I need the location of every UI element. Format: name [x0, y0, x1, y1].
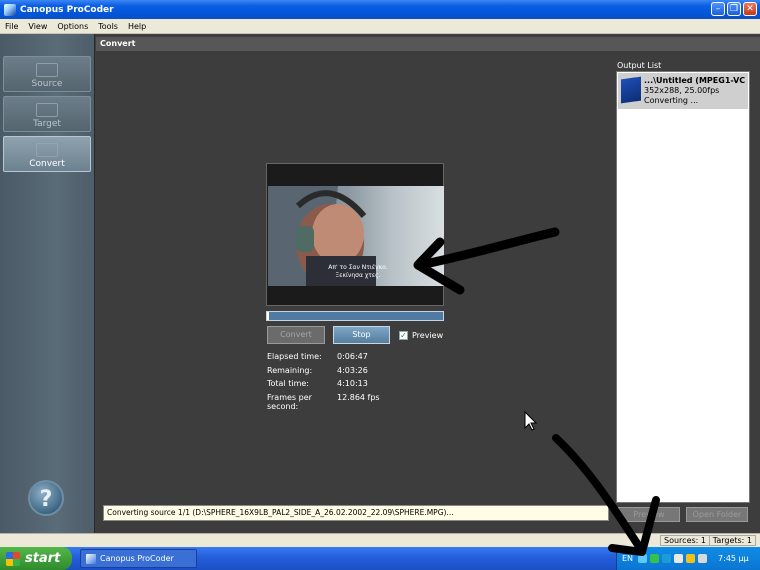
fps-label: Frames per second:: [267, 392, 312, 411]
status-message: Converting source 1/1 (D:\SPHERE_16X9LB_…: [103, 505, 609, 521]
connection-icon[interactable]: [662, 554, 672, 563]
safely-remove-icon[interactable]: [698, 554, 708, 563]
menu-help[interactable]: Help: [123, 22, 151, 31]
nav-convert-label: Convert: [29, 159, 65, 169]
output-item-text: ...\Untitled (MPEG1-VC 352x288, 25.00fps…: [644, 73, 745, 109]
output-item-details: 352x288, 25.00fps: [644, 86, 720, 95]
network-icon[interactable]: [638, 554, 648, 563]
title-bar: Canopus ProCoder – ❐ ✕: [0, 0, 760, 19]
open-folder-button[interactable]: Open Folder: [686, 507, 748, 522]
page-title: Convert: [96, 37, 760, 51]
conversion-stats: Elapsed time: 0:06:47 Remaining: 4:03:26…: [267, 352, 380, 411]
nav-target-label: Target: [33, 119, 61, 129]
window-title: Canopus ProCoder: [20, 4, 114, 15]
convert-button[interactable]: Convert: [267, 326, 325, 344]
elapsed-value: 0:06:47: [337, 352, 368, 361]
clock: 7:45 μμ: [718, 554, 749, 563]
app-icon: [4, 3, 16, 16]
menu-view[interactable]: View: [23, 22, 52, 31]
output-item-status: Converting ...: [644, 96, 699, 105]
menu-options[interactable]: Options: [52, 22, 93, 31]
fps-value: 12.864 fps: [337, 392, 380, 402]
preview-checkbox[interactable]: ✓: [399, 331, 408, 340]
video-preview: Απ' το Σαν Ντιέγκο. Ξεκίνησα χτες.: [266, 163, 444, 306]
remaining-label: Remaining:: [267, 365, 313, 375]
minimize-button[interactable]: –: [711, 2, 725, 16]
subtitle-line-1: Απ' το Σαν Ντιέγκο.: [328, 264, 388, 271]
windows-flag-icon: [6, 551, 20, 566]
help-button[interactable]: ?: [28, 480, 64, 516]
sources-count: Sources: 1: [660, 535, 710, 546]
total-row: Total time: 4:10:13: [267, 379, 380, 393]
video-subtitle: Απ' το Σαν Ντιέγκο. Ξεκίνησα χτες.: [308, 264, 408, 280]
total-value: 4:10:13: [337, 379, 368, 388]
total-label: Total time:: [267, 379, 309, 388]
convert-icon: [36, 143, 58, 157]
output-list: ...\Untitled (MPEG1-VC 352x288, 25.00fps…: [616, 71, 750, 503]
preview-label: Preview: [412, 331, 444, 340]
stop-button[interactable]: Stop: [333, 326, 390, 344]
progress-fill: [267, 312, 269, 320]
nav-convert-button[interactable]: Convert: [3, 136, 91, 172]
remaining-row: Remaining: 4:03:26: [267, 366, 380, 380]
elapsed-label: Elapsed time:: [267, 352, 322, 361]
subtitle-line-2: Ξεκίνησα χτες.: [335, 272, 381, 279]
elapsed-row: Elapsed time: 0:06:47: [267, 352, 380, 366]
mpeg-file-icon: [621, 76, 641, 104]
target-icon: [36, 103, 58, 117]
taskbar: start Canopus ProCoder EN 7:45 μμ: [0, 547, 760, 570]
preview-toggle[interactable]: ✓ Preview: [399, 331, 443, 340]
preview-button[interactable]: Preview: [618, 507, 680, 522]
close-button[interactable]: ✕: [743, 2, 757, 16]
remaining-value: 4:03:26: [337, 365, 368, 375]
fps-row: Frames per second: 12.864 fps: [267, 392, 380, 411]
targets-count: Targets: 1: [708, 535, 756, 546]
source-icon: [36, 63, 58, 77]
taskbar-app-label: Canopus ProCoder: [100, 554, 174, 563]
procoder-icon: [86, 553, 96, 564]
video-frame-image: Απ' το Σαν Ντιέγκο. Ξεκίνησα χτες.: [268, 186, 444, 286]
nav-source-label: Source: [31, 79, 63, 89]
menu-tools[interactable]: Tools: [93, 22, 123, 31]
system-tray: EN 7:45 μμ: [616, 547, 760, 570]
nav-target-button[interactable]: Target: [3, 96, 91, 132]
status-bar: Sources: 1 Targets: 1: [0, 533, 760, 547]
maximize-button[interactable]: ❐: [727, 2, 741, 16]
language-indicator[interactable]: EN: [622, 554, 633, 563]
left-nav: Source Target Convert ?: [0, 34, 95, 547]
menu-file[interactable]: File: [0, 22, 23, 31]
antivirus-icon[interactable]: [650, 554, 660, 563]
menu-bar: File View Options Tools Help: [0, 19, 760, 34]
output-list-label: Output List: [617, 61, 662, 70]
output-list-item[interactable]: ...\Untitled (MPEG1-VC 352x288, 25.00fps…: [618, 73, 748, 109]
taskbar-app-button[interactable]: Canopus ProCoder: [80, 549, 197, 568]
client-area: Source Target Convert ? Convert Απ' το Σ…: [0, 34, 760, 547]
start-button[interactable]: start: [0, 547, 72, 570]
start-label: start: [25, 551, 61, 566]
volume-icon[interactable]: [674, 554, 684, 563]
output-item-title: ...\Untitled (MPEG1-VC: [644, 76, 746, 85]
window-controls: – ❐ ✕: [711, 2, 757, 16]
zonealarm-icon[interactable]: [686, 554, 696, 563]
conversion-progress-bar: [266, 311, 444, 321]
nav-source-button[interactable]: Source: [3, 56, 91, 92]
